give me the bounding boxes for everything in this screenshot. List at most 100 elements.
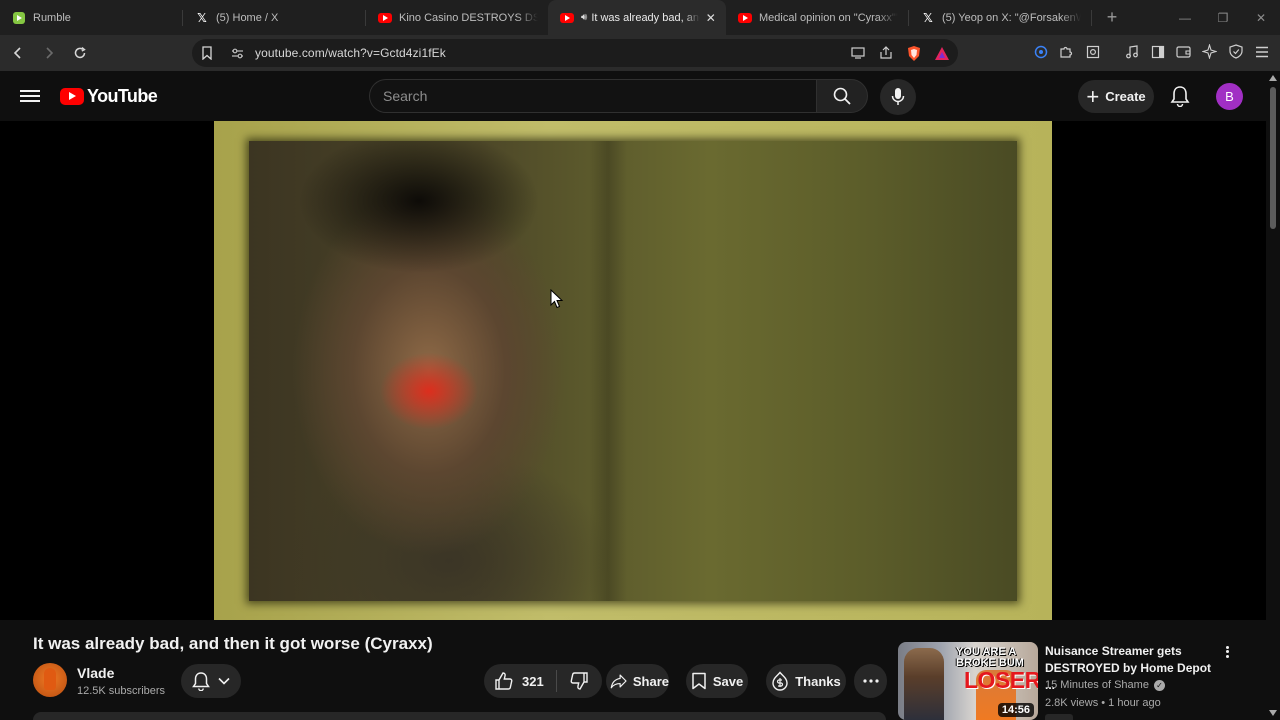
- channel-avatar[interactable]: [33, 663, 67, 697]
- dislike-button[interactable]: [557, 671, 601, 691]
- close-tab-icon[interactable]: ✕: [706, 11, 716, 25]
- tab-separator: [1091, 9, 1092, 26]
- account-avatar[interactable]: B: [1216, 83, 1243, 110]
- youtube-logo[interactable]: YouTube: [60, 86, 158, 107]
- subscriber-count: 12.5K subscribers: [77, 685, 166, 697]
- sidebar-toggle-icon[interactable]: [1147, 41, 1168, 62]
- brave-rewards-icon[interactable]: [932, 43, 952, 63]
- channel-name[interactable]: Vlade: [77, 665, 114, 681]
- bookmark-icon[interactable]: [198, 44, 216, 62]
- tab-title: (5) Home / X: [216, 11, 279, 24]
- recommended-video-thumbnail[interactable]: YOU ARE A BROKE BUM LOSER 14:56: [898, 642, 1038, 720]
- forward-icon[interactable]: [36, 40, 62, 66]
- toolbar-spacer: [1108, 41, 1116, 62]
- search-button[interactable]: [816, 79, 868, 113]
- share-label: Share: [632, 673, 669, 689]
- tab-kino-casino[interactable]: Kino Casino DESTROYS DSP aga: [366, 0, 548, 35]
- notifications-bell-icon[interactable]: [1166, 82, 1194, 110]
- thanks-label: Thanks: [795, 673, 841, 689]
- speaker-icon[interactable]: 🔊︎: [581, 12, 587, 23]
- search-icon: [833, 87, 851, 105]
- youtube-icon: [378, 11, 392, 25]
- save-button[interactable]: Save: [686, 664, 748, 698]
- super-thanks-icon: [772, 671, 788, 691]
- vpn-shield-icon[interactable]: [1225, 41, 1246, 62]
- tab-active-video[interactable]: 🔊︎ It was already bad, and then it ✕: [548, 0, 726, 35]
- cast-icon[interactable]: [848, 43, 868, 63]
- page-scrollbar[interactable]: [1266, 71, 1280, 720]
- extensions-puzzle-icon[interactable]: [1056, 41, 1077, 62]
- youtube-icon: [738, 11, 752, 25]
- verified-check-icon: ✓: [1153, 679, 1165, 691]
- bell-icon: [192, 672, 210, 691]
- extension-toolbar: [1030, 41, 1272, 62]
- tab-title: Kino Casino DESTROYS DSP aga: [399, 11, 538, 24]
- tab-title: It was already bad, and then it: [591, 11, 699, 24]
- search-box: [369, 79, 816, 113]
- x-icon: 𝕏: [923, 10, 933, 25]
- new-tab-icon[interactable]: +: [1098, 4, 1126, 32]
- more-vertical-icon[interactable]: [1220, 642, 1234, 662]
- tab-home-x[interactable]: 𝕏 (5) Home / X: [183, 0, 365, 35]
- share-icon: [610, 674, 627, 689]
- tab-yeop-x[interactable]: 𝕏 (5) Yeop on X: "@ForsakenWan: [909, 0, 1091, 35]
- guide-menu-icon[interactable]: [18, 85, 42, 107]
- back-icon[interactable]: [5, 40, 31, 66]
- brave-shields-icon[interactable]: [904, 43, 924, 63]
- bookmark-save-icon: [692, 672, 706, 690]
- more-horizontal-icon: [862, 679, 879, 683]
- share-page-icon[interactable]: [876, 43, 896, 63]
- plus-icon: +: [1086, 83, 1100, 109]
- tab-medical-opinion[interactable]: Medical opinion on "Cyraxx"'s m: [726, 0, 908, 35]
- youtube-play-icon: [60, 88, 84, 105]
- mouse-cursor-icon: [550, 289, 564, 309]
- like-count: 321: [522, 673, 544, 689]
- recommended-channel[interactable]: 15 Minutes of Shame ✓: [1045, 679, 1165, 691]
- video-duration-badge: 14:56: [997, 703, 1034, 717]
- address-bar-actions: [848, 43, 952, 63]
- more-actions-button[interactable]: [854, 664, 887, 698]
- create-button[interactable]: + Create: [1078, 80, 1154, 113]
- media-music-icon[interactable]: [1121, 41, 1142, 62]
- url-text[interactable]: youtube.com/watch?v=Gctd4zi1fEk: [255, 46, 446, 60]
- create-label: Create: [1105, 89, 1146, 104]
- leo-ai-icon[interactable]: [1199, 41, 1220, 62]
- wallet-icon[interactable]: [1173, 41, 1194, 62]
- video-frame[interactable]: [214, 121, 1052, 620]
- window-close-icon[interactable]: ✕: [1242, 0, 1280, 35]
- microphone-icon: [891, 88, 905, 105]
- x-icon: 𝕏: [197, 10, 207, 25]
- youtube-wordmark: YouTube: [87, 86, 158, 106]
- recommended-video-meta: 2.8K views • 1 hour ago: [1045, 697, 1161, 709]
- video-title: It was already bad, and then it got wors…: [33, 634, 433, 653]
- site-settings-icon[interactable]: [230, 46, 244, 60]
- thanks-button[interactable]: Thanks: [766, 664, 846, 698]
- minimize-icon[interactable]: ―: [1166, 0, 1204, 35]
- restore-icon[interactable]: ❐: [1204, 0, 1242, 35]
- video-player[interactable]: [0, 121, 1266, 620]
- search-input[interactable]: [370, 80, 816, 112]
- save-label: Save: [712, 673, 744, 689]
- youtube-masthead: YouTube + Create B: [0, 71, 1266, 121]
- like-button[interactable]: 321: [484, 671, 556, 691]
- description-box[interactable]: [33, 712, 886, 720]
- screenshot-icon[interactable]: [1082, 41, 1103, 62]
- scroll-up-arrow-icon[interactable]: [1269, 75, 1277, 81]
- voice-search-button[interactable]: [880, 79, 916, 115]
- new-badge: [1045, 714, 1073, 720]
- youtube-icon: [560, 11, 574, 25]
- scroll-down-arrow-icon[interactable]: [1269, 710, 1277, 716]
- video-content[interactable]: [249, 141, 1017, 601]
- subscription-notifications-button[interactable]: [181, 664, 241, 698]
- address-bar[interactable]: youtube.com/watch?v=Gctd4zi1fEk: [192, 39, 958, 67]
- rumble-icon: [12, 11, 26, 25]
- scrollbar-thumb[interactable]: [1270, 87, 1276, 229]
- reload-icon[interactable]: [67, 40, 93, 66]
- thumbnail-person-left: [904, 648, 944, 720]
- browser-tab-strip: Rumble 𝕏 (5) Home / X Kino Casino DESTRO…: [0, 0, 1280, 35]
- tab-rumble[interactable]: Rumble: [0, 0, 182, 35]
- vpn-icon[interactable]: [1030, 41, 1051, 62]
- browser-menu-icon[interactable]: [1251, 41, 1272, 62]
- share-button[interactable]: Share: [606, 664, 669, 698]
- thumbnail-text-line-3: LOSER: [964, 667, 1038, 693]
